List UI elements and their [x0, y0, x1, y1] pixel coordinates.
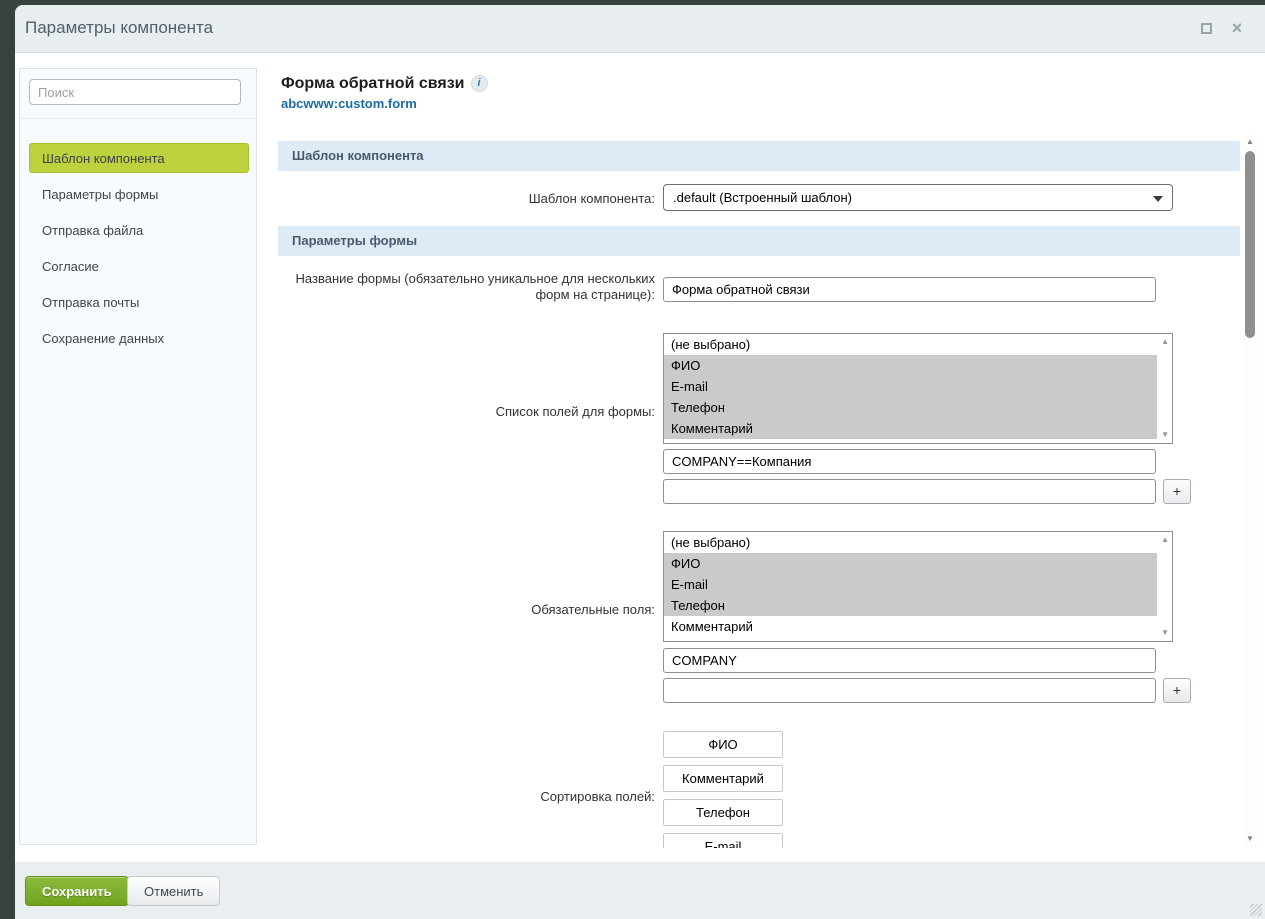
- form-name-input[interactable]: [663, 277, 1156, 302]
- sidebar-item-component-template[interactable]: Шаблон компонента: [29, 143, 249, 173]
- required-fields-new-input[interactable]: [663, 678, 1156, 703]
- scroll-up-icon[interactable]: ▲: [1161, 536, 1169, 544]
- vertical-scrollbar[interactable]: ▲ ▼: [1243, 135, 1257, 848]
- sidebar-item-data-save[interactable]: Сохранение данных: [29, 323, 249, 353]
- maximize-button[interactable]: [1198, 21, 1214, 37]
- scroll-up-icon[interactable]: ▲: [1161, 338, 1169, 346]
- component-title: Форма обратной связи: [281, 75, 465, 93]
- sidebar-item-form-params[interactable]: Параметры формы: [29, 179, 249, 209]
- sort-item[interactable]: Комментарий: [663, 765, 783, 792]
- fields-list-custom-input[interactable]: [663, 449, 1156, 474]
- listbox-option[interactable]: E-mail: [664, 574, 1157, 595]
- settings-scroll-area: Шаблон компонента Шаблон компонента: .de…: [278, 135, 1240, 848]
- resize-handle[interactable]: [1250, 904, 1262, 916]
- sidebar-item-consent[interactable]: Согласие: [29, 251, 249, 281]
- required-fields-listbox[interactable]: (не выбрано) ФИО E-mail Телефон Коммента…: [663, 531, 1173, 642]
- sidebar-item-file-upload[interactable]: Отправка файла: [29, 215, 249, 245]
- maximize-icon: [1201, 23, 1212, 34]
- template-select[interactable]: .default (Встроенный шаблон): [663, 184, 1173, 211]
- fields-list-add-button[interactable]: +: [1163, 479, 1191, 504]
- cancel-button[interactable]: Отменить: [127, 876, 220, 906]
- sort-item[interactable]: Телефон: [663, 799, 783, 826]
- fields-list-label: Список полей для формы:: [278, 404, 655, 420]
- listbox-option[interactable]: Комментарий: [664, 418, 1157, 439]
- dialog-titlebar: Параметры компонента ×: [15, 5, 1265, 53]
- scroll-down-icon[interactable]: ▼: [1161, 431, 1169, 439]
- listbox-option[interactable]: (не выбрано): [664, 532, 1157, 553]
- sort-item[interactable]: E-mail: [663, 833, 783, 848]
- save-button[interactable]: Сохранить: [25, 876, 129, 906]
- listbox-option[interactable]: Комментарий: [664, 616, 1157, 637]
- component-parameters-dialog: Параметры компонента × Шаблон компонента…: [15, 5, 1265, 919]
- fields-list-new-input[interactable]: [663, 479, 1156, 504]
- scrollbar-thumb[interactable]: [1245, 151, 1255, 338]
- chevron-down-icon: [1153, 196, 1163, 202]
- sidebar-menu: Шаблон компонента Параметры формы Отправ…: [29, 143, 249, 359]
- listbox-option[interactable]: E-mail: [664, 376, 1157, 397]
- component-name-link[interactable]: abcwww:custom.form: [281, 96, 488, 111]
- listbox-option[interactable]: Телефон: [664, 397, 1157, 418]
- scroll-down-icon[interactable]: ▼: [1161, 629, 1169, 637]
- info-icon[interactable]: i: [471, 75, 488, 92]
- listbox-option[interactable]: ФИО: [664, 355, 1157, 376]
- listbox-option[interactable]: Телефон: [664, 595, 1157, 616]
- component-header: Форма обратной связи i abcwww:custom.form: [281, 75, 488, 111]
- dialog-title: Параметры компонента: [25, 18, 213, 38]
- scroll-down-icon[interactable]: ▼: [1243, 834, 1257, 846]
- sidebar-item-mail-send[interactable]: Отправка почты: [29, 287, 249, 317]
- sidebar-divider: [20, 118, 256, 119]
- section-header-template: Шаблон компонента: [278, 141, 1240, 171]
- search-input[interactable]: [29, 79, 241, 105]
- listbox-option[interactable]: ФИО: [664, 553, 1157, 574]
- template-select-value: .default (Встроенный шаблон): [673, 190, 852, 205]
- scroll-up-icon[interactable]: ▲: [1243, 137, 1257, 149]
- dialog-footer: Сохранить Отменить: [15, 862, 1265, 919]
- form-name-label: Название формы (обязательно уникальное д…: [278, 271, 655, 303]
- sort-item[interactable]: ФИО: [663, 731, 783, 758]
- required-fields-label: Обязательные поля:: [278, 602, 655, 618]
- close-button[interactable]: ×: [1229, 21, 1245, 37]
- settings-sidebar: Шаблон компонента Параметры формы Отправ…: [19, 68, 257, 845]
- required-fields-add-button[interactable]: +: [1163, 678, 1191, 703]
- listbox-option[interactable]: (не выбрано): [664, 334, 1157, 355]
- fields-list-listbox[interactable]: (не выбрано) ФИО E-mail Телефон Коммента…: [663, 333, 1173, 444]
- field-sort-label: Сортировка полей:: [278, 789, 655, 805]
- template-select-label: Шаблон компонента:: [278, 191, 655, 207]
- required-fields-custom-input[interactable]: [663, 648, 1156, 673]
- section-header-form-params: Параметры формы: [278, 226, 1240, 256]
